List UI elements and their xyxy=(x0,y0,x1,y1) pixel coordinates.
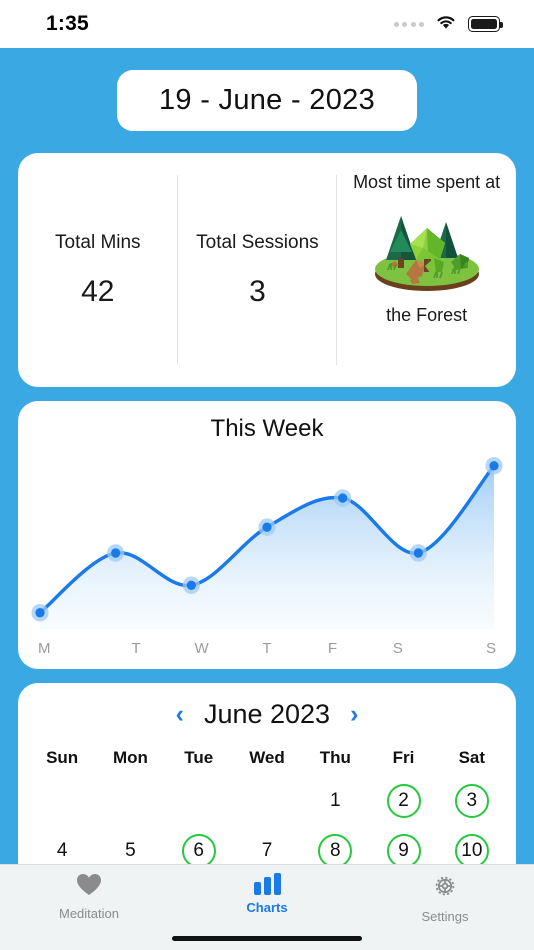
stat-most-time-spent: Most time spent at the Forest xyxy=(337,153,516,387)
calendar-day-marked[interactable]: 3 xyxy=(454,784,489,818)
chevron-left-icon[interactable]: ‹ xyxy=(176,702,184,727)
stat-total-sessions: Total Sessions 3 xyxy=(178,153,338,387)
chart-data-point[interactable] xyxy=(262,522,272,532)
tab-bar: Meditation Charts Settings xyxy=(0,864,534,950)
calendar-day-marked[interactable]: 9 xyxy=(386,834,421,868)
chart-data-point[interactable] xyxy=(489,461,499,471)
total-sessions-label: Total Sessions xyxy=(196,231,319,253)
calendar-week-row: 123 xyxy=(28,784,506,818)
chart-data-point[interactable] xyxy=(338,493,348,503)
calendar-dow-fri: Fri xyxy=(392,748,415,767)
calendar-day xyxy=(250,784,284,818)
calendar-week-row: 4 5 6 7 8 9 10 xyxy=(28,834,506,868)
chart-data-point[interactable] xyxy=(35,608,45,618)
summary-stats-card: Total Mins 42 Total Sessions 3 Most time… xyxy=(18,153,516,387)
calendar-cell[interactable]: 6 xyxy=(165,834,233,868)
home-indicator xyxy=(172,936,362,941)
forest-illustration xyxy=(368,202,486,299)
calendar-cell xyxy=(96,784,164,818)
chart-x-tick-0: M xyxy=(38,640,51,657)
calendar-day-marked[interactable]: 10 xyxy=(454,834,489,868)
tab-meditation[interactable]: Meditation xyxy=(0,873,178,921)
calendar-card: ‹ June 2023 › Sun Mon Tue Wed Thu Fri Sat 123 4… xyxy=(18,683,516,883)
chart-data-point[interactable] xyxy=(413,548,423,558)
calendar-grid: 1 2 3 4 5 6 7 8 9 10 xyxy=(28,784,506,868)
tab-charts-label: Charts xyxy=(246,900,288,915)
chevron-right-icon[interactable]: › xyxy=(350,702,358,727)
calendar-cell xyxy=(165,784,233,818)
tab-charts[interactable]: Charts xyxy=(178,873,356,915)
chart-data-point[interactable] xyxy=(186,580,196,590)
calendar-dow-wed: Wed xyxy=(249,748,285,767)
calendar-dow-mon: Mon xyxy=(112,748,148,767)
calendar-cell[interactable]: 9 xyxy=(369,834,437,868)
chart-x-tick-1: T xyxy=(131,640,141,657)
calendar-dow-tue: Tue xyxy=(184,748,214,767)
total-mins-value: 42 xyxy=(81,275,115,309)
calendar-day-marked[interactable]: 2 xyxy=(386,784,421,818)
calendar-cell xyxy=(28,784,96,818)
most-time-caption: the Forest xyxy=(386,305,468,326)
calendar-day[interactable]: 4 xyxy=(45,834,79,868)
chart-plot-area xyxy=(31,456,503,629)
calendar-day-marked[interactable]: 8 xyxy=(318,834,353,868)
total-sessions-value: 3 xyxy=(249,275,266,309)
calendar-cell[interactable]: 7 xyxy=(233,834,301,868)
heart-icon xyxy=(76,873,102,901)
chart-data-point[interactable] xyxy=(111,548,121,558)
wifi-icon xyxy=(435,14,457,35)
tab-settings-label: Settings xyxy=(421,909,469,924)
calendar-header: ‹ June 2023 › xyxy=(28,699,506,730)
calendar-cell[interactable]: 5 xyxy=(96,834,164,868)
calendar-cell[interactable]: 2 xyxy=(369,784,437,818)
calendar-dow-sun: Sun xyxy=(46,748,79,767)
chart-x-axis: MTWTFSS xyxy=(18,640,516,657)
gear-icon xyxy=(432,873,458,904)
calendar-day[interactable]: 1 xyxy=(318,784,352,818)
calendar-day xyxy=(113,784,147,818)
selected-date-label[interactable]: 19 - June - 2023 xyxy=(117,70,417,131)
calendar-cell xyxy=(233,784,301,818)
chart-x-tick-3: T xyxy=(262,640,272,657)
calendar-cell[interactable]: 4 xyxy=(28,834,96,868)
calendar-day[interactable]: 5 xyxy=(113,834,147,868)
tab-settings[interactable]: Settings xyxy=(356,873,534,924)
calendar-day[interactable]: 7 xyxy=(250,834,284,868)
calendar-month-title: June 2023 xyxy=(203,699,331,729)
calendar-day xyxy=(182,784,216,818)
weekly-chart-card: This Week M T W T F S S xyxy=(18,401,516,669)
calendar-cell[interactable]: 1 xyxy=(301,784,369,818)
calendar-dow-sat: Sat xyxy=(458,748,486,767)
chart-x-tick-5: S xyxy=(392,640,403,657)
calendar-cell[interactable]: 8 xyxy=(301,834,369,868)
status-time: 1:35 xyxy=(46,12,89,35)
calendar-cell[interactable]: 3 xyxy=(438,784,506,818)
status-bar: 1:35 xyxy=(0,0,534,48)
stat-total-mins: Total Mins 42 xyxy=(18,153,178,387)
calendar-day xyxy=(45,784,79,818)
weekly-line-chart[interactable] xyxy=(18,445,516,629)
signal-dots-icon xyxy=(393,21,424,27)
most-time-title: Most time spent at xyxy=(353,172,501,192)
date-header: 19 - June - 2023 xyxy=(18,48,516,131)
chart-title: This Week xyxy=(210,415,324,442)
calendar-dow-thu: Thu xyxy=(319,748,351,767)
battery-full-icon xyxy=(468,16,503,32)
calendar-day-headers: Sun Mon Tue Wed Thu Fri Sat xyxy=(28,748,506,768)
status-indicators xyxy=(393,14,503,35)
bar-chart-icon xyxy=(253,873,281,895)
calendar-cell[interactable]: 10 xyxy=(438,834,506,868)
total-mins-label: Total Mins xyxy=(55,231,141,253)
chart-x-tick-6: S xyxy=(485,640,496,657)
tab-meditation-label: Meditation xyxy=(59,906,119,921)
chart-x-tick-2: W xyxy=(194,640,209,657)
calendar-day-marked[interactable]: 6 xyxy=(181,834,216,868)
chart-x-tick-4: F xyxy=(327,640,337,657)
